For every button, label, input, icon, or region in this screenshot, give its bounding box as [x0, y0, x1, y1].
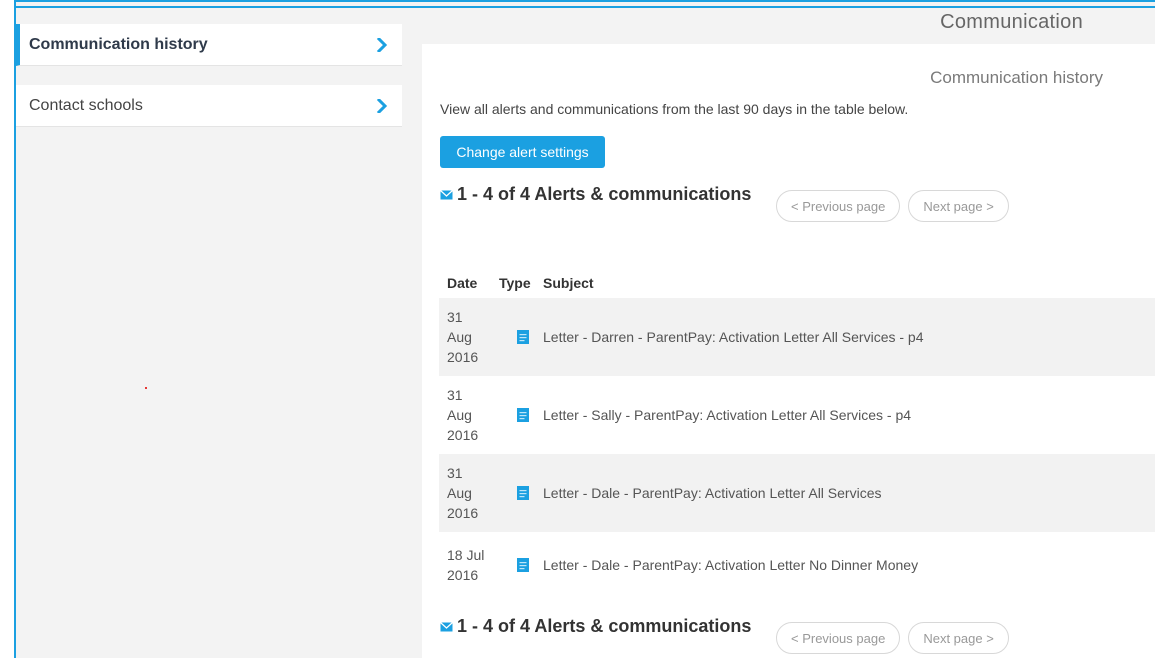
chevron-right-icon	[376, 98, 388, 113]
table-row[interactable]: 31 Aug 2016 Letter - Dale - ParentPay: A…	[439, 454, 1155, 532]
sidebar-item-contact-schools[interactable]: Contact schools	[16, 85, 402, 127]
chevron-right-icon	[376, 37, 388, 52]
mail-icon	[440, 621, 453, 631]
previous-page-button[interactable]: < Previous page	[776, 622, 901, 654]
date-cell: 18 Jul 2016	[439, 532, 491, 598]
communications-table: Date Type Subject 31 Aug 2016 Letter - D…	[439, 268, 1155, 598]
cursor-dot	[145, 387, 147, 389]
subject-cell[interactable]: Letter - Darren - ParentPay: Activation …	[535, 298, 1155, 376]
pager-bottom: < Previous page Next page >	[776, 622, 1009, 654]
page-title: Communication	[940, 11, 1083, 33]
date-year: 2016	[447, 349, 479, 365]
next-page-button[interactable]: Next page >	[908, 190, 1009, 222]
type-cell	[491, 454, 535, 532]
letter-icon	[517, 486, 529, 500]
table-header-row: Date Type Subject	[439, 268, 1155, 298]
date-month: Aug	[447, 485, 472, 501]
type-cell	[491, 532, 535, 598]
sidebar-item-label: Contact schools	[29, 96, 143, 114]
sidebar-item-communication-history[interactable]: Communication history	[16, 24, 402, 66]
table-row[interactable]: 31 Aug 2016 Letter - Darren - ParentPay:…	[439, 298, 1155, 376]
sidebar-item-label: Communication history	[29, 35, 208, 53]
date-cell: 31 Aug 2016	[439, 298, 491, 376]
type-cell	[491, 298, 535, 376]
mail-icon	[440, 189, 453, 199]
page-header: Communication	[404, 8, 1155, 44]
results-count-bottom: 1 - 4 of 4 Alerts & communications	[440, 616, 751, 637]
letter-icon	[517, 330, 529, 344]
subject-cell[interactable]: Letter - Sally - ParentPay: Activation L…	[535, 376, 1155, 454]
results-count-label: 1 - 4 of 4 Alerts & communications	[457, 184, 752, 204]
section-title: Communication history	[930, 68, 1103, 87]
date-year: 2016	[447, 505, 479, 521]
column-header-date[interactable]: Date	[439, 268, 491, 298]
letter-icon	[517, 408, 529, 422]
table-row[interactable]: 18 Jul 2016 Letter - Dale - ParentPay: A…	[439, 532, 1155, 598]
letter-icon	[517, 558, 529, 572]
results-count-label: 1 - 4 of 4 Alerts & communications	[457, 616, 752, 636]
date-cell: 31 Aug 2016	[439, 454, 491, 532]
change-alert-settings-button[interactable]: Change alert settings	[440, 136, 605, 168]
pager-top: < Previous page Next page >	[776, 190, 1009, 222]
previous-page-button[interactable]: < Previous page	[776, 190, 901, 222]
column-header-subject[interactable]: Subject	[535, 268, 1155, 298]
type-cell	[491, 376, 535, 454]
results-count-top: 1 - 4 of 4 Alerts & communications	[440, 184, 751, 205]
sidebar: Communication history Contact schools	[16, 8, 404, 658]
date-day: 31	[447, 465, 463, 481]
date-day: 31	[447, 387, 463, 403]
column-header-type[interactable]: Type	[491, 268, 535, 298]
table-row[interactable]: 31 Aug 2016 Letter - Sally - ParentPay: …	[439, 376, 1155, 454]
date-day: 31	[447, 309, 463, 325]
date-day: 18 Jul	[447, 547, 485, 563]
subject-cell[interactable]: Letter - Dale - ParentPay: Activation Le…	[535, 532, 1155, 598]
main-panel: Communication history View all alerts an…	[422, 44, 1155, 658]
date-cell: 31 Aug 2016	[439, 376, 491, 454]
date-year: 2016	[447, 567, 479, 583]
subject-cell[interactable]: Letter - Dale - ParentPay: Activation Le…	[535, 454, 1155, 532]
date-year: 2016	[447, 427, 479, 443]
date-month: Aug	[447, 329, 472, 345]
intro-text: View all alerts and communications from …	[440, 101, 909, 117]
next-page-button[interactable]: Next page >	[908, 622, 1009, 654]
date-month: Aug	[447, 407, 472, 423]
